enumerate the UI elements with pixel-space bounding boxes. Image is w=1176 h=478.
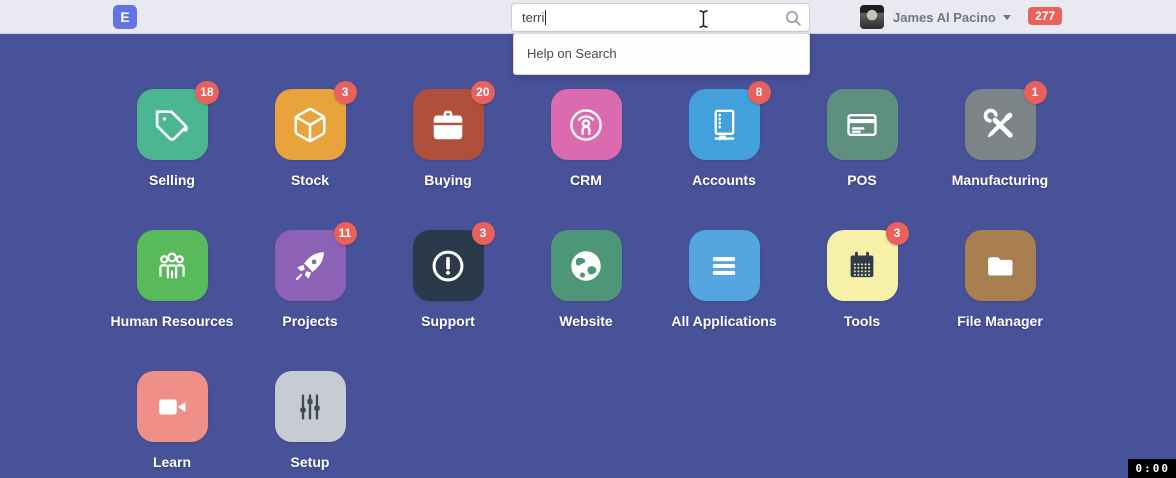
app-count-badge: 8 (748, 81, 771, 104)
app-tile[interactable]: 20 (413, 89, 484, 160)
rocket-icon (291, 247, 329, 285)
search-icon (785, 10, 802, 27)
top-navbar: E terri James Al Pacino 277 (0, 0, 1176, 34)
app-tools[interactable]: 3 Tools (793, 230, 931, 371)
credit-card-icon (843, 106, 881, 144)
app-label: Accounts (692, 172, 756, 188)
app-label: Tools (844, 313, 880, 329)
app-label: POS (847, 172, 877, 188)
app-label: Stock (291, 172, 329, 188)
notification-count-badge[interactable]: 277 (1028, 7, 1062, 25)
people-group-icon (153, 247, 191, 285)
app-tile[interactable]: 1 (965, 89, 1036, 160)
avatar (860, 5, 884, 29)
app-label: Manufacturing (952, 172, 1048, 188)
app-logo[interactable]: E (113, 5, 137, 29)
ibeam-mouse-cursor (697, 9, 710, 29)
app-tile[interactable] (275, 371, 346, 442)
app-label: Selling (149, 172, 195, 188)
app-label: Learn (153, 454, 191, 470)
app-accounts[interactable]: 8 Accounts (655, 89, 793, 230)
app-crm[interactable]: CRM (517, 89, 655, 230)
app-label: Human Resources (111, 313, 234, 329)
tag-icon (153, 106, 191, 144)
broadcast-person-icon (567, 106, 605, 144)
globe-icon (567, 247, 605, 285)
app-tile[interactable] (965, 230, 1036, 301)
app-tile[interactable]: 3 (413, 230, 484, 301)
video-camera-icon (153, 388, 191, 426)
app-tile[interactable]: 3 (827, 230, 898, 301)
app-projects[interactable]: 11 Projects (241, 230, 379, 371)
app-count-badge: 3 (334, 81, 357, 104)
app-tile[interactable] (137, 230, 208, 301)
app-label: Projects (282, 313, 337, 329)
desk-page: { "colors": { "background": "#475299", "… (0, 0, 1176, 478)
app-tile[interactable] (827, 89, 898, 160)
menu-bars-icon (705, 247, 743, 285)
wrench-screwdriver-icon (981, 106, 1019, 144)
app-manufacturing[interactable]: 1 Manufacturing (931, 89, 1069, 230)
app-tile[interactable] (551, 89, 622, 160)
desktop-app-grid: 18 Selling 3 Stock 20 Buyi (103, 89, 1069, 478)
app-count-badge: 20 (471, 81, 494, 104)
app-label: Website (559, 313, 612, 329)
app-count-badge: 1 (1024, 81, 1047, 104)
app-website[interactable]: Website (517, 230, 655, 371)
app-learn[interactable]: Learn (103, 371, 241, 478)
app-file-manager[interactable]: File Manager (931, 230, 1069, 371)
app-tile[interactable] (551, 230, 622, 301)
app-count-badge: 3 (472, 222, 495, 245)
alert-circle-icon (429, 247, 467, 285)
search-dropdown: Help on Search (513, 33, 810, 75)
calendar-icon (843, 247, 881, 285)
app-buying[interactable]: 20 Buying (379, 89, 517, 230)
video-timer: 0:00 (1128, 459, 1176, 478)
app-tile[interactable]: 18 (137, 89, 208, 160)
app-count-badge: 18 (195, 81, 218, 104)
app-label: CRM (570, 172, 602, 188)
user-name: James Al Pacino (893, 10, 996, 25)
app-label: Buying (424, 172, 471, 188)
chevron-down-icon (1003, 15, 1011, 20)
app-pos[interactable]: POS (793, 89, 931, 230)
app-label: Support (421, 313, 475, 329)
search-value: terri (512, 10, 544, 25)
app-label: All Applications (671, 313, 776, 329)
app-count-badge: 11 (334, 222, 357, 245)
folder-icon (981, 247, 1019, 285)
dropdown-item-help-on-search[interactable]: Help on Search (514, 34, 809, 74)
briefcase-icon (429, 106, 467, 144)
user-menu[interactable]: James Al Pacino (860, 0, 1011, 34)
app-label: File Manager (957, 313, 1043, 329)
app-selling[interactable]: 18 Selling (103, 89, 241, 230)
app-tile[interactable] (137, 371, 208, 442)
global-search-input[interactable]: terri (511, 3, 810, 32)
app-all-applications[interactable]: All Applications (655, 230, 793, 371)
app-tile[interactable]: 3 (275, 89, 346, 160)
app-human-resources[interactable]: Human Resources (103, 230, 241, 371)
app-setup[interactable]: Setup (241, 371, 379, 478)
box-icon (291, 106, 329, 144)
app-count-badge: 3 (886, 222, 909, 245)
ledger-book-icon (705, 106, 743, 144)
app-logo-letter: E (120, 9, 129, 25)
app-label: Setup (291, 454, 330, 470)
app-tile[interactable] (689, 230, 760, 301)
app-support[interactable]: 3 Support (379, 230, 517, 371)
sliders-icon (291, 388, 329, 426)
app-tile[interactable]: 8 (689, 89, 760, 160)
app-stock[interactable]: 3 Stock (241, 89, 379, 230)
text-caret (545, 10, 546, 25)
app-tile[interactable]: 11 (275, 230, 346, 301)
